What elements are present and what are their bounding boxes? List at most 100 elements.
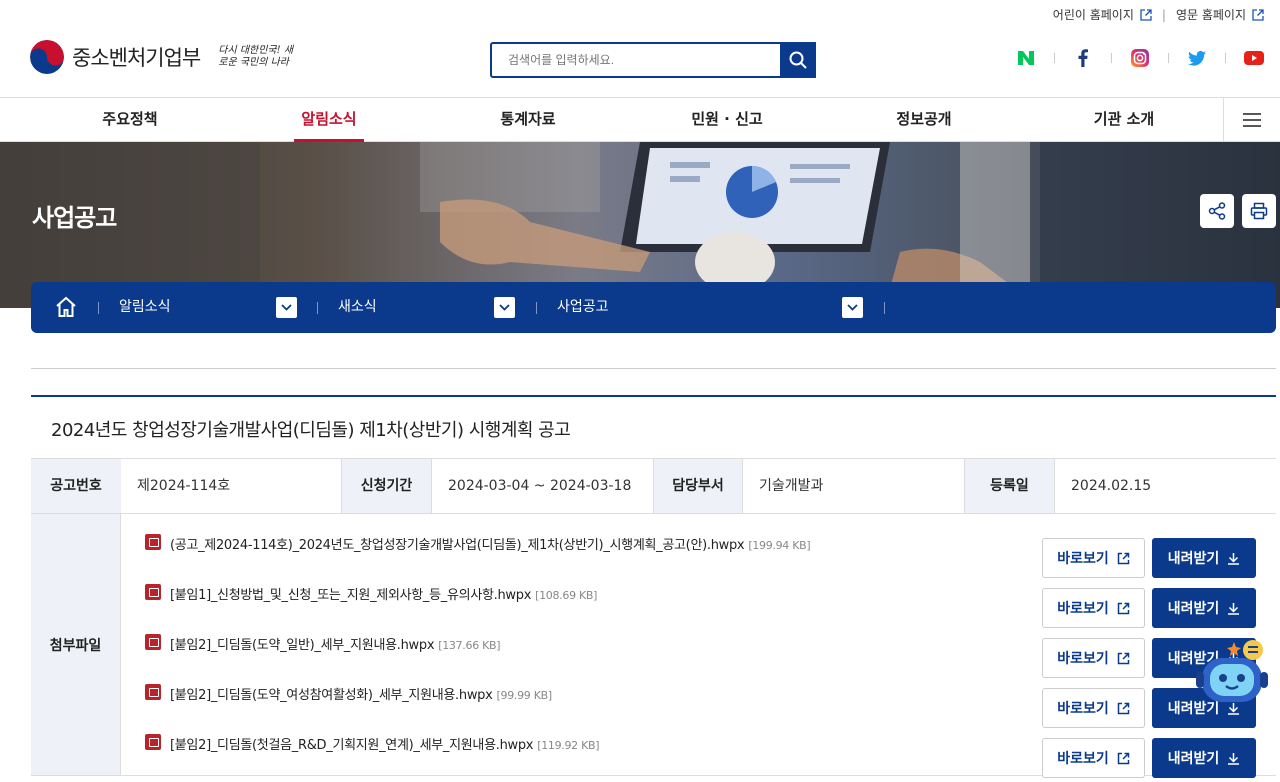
facebook-icon[interactable]: [1073, 48, 1093, 68]
filename-text: [붙임2]_디딤돌(도약_여성참여활성화)_세부_지원내용.hwpx: [170, 688, 493, 703]
twitter-icon[interactable]: [1187, 48, 1207, 68]
view-label: 바로보기: [1057, 701, 1109, 717]
all-menu-button[interactable]: [1223, 98, 1280, 141]
chatbot-button[interactable]: [1196, 636, 1268, 708]
attachment-filename[interactable]: [붙임2]_디딤돌(도약_여성참여활성화)_세부_지원내용.hwpx [99.99…: [170, 684, 552, 703]
print-button[interactable]: [1242, 194, 1276, 228]
home-icon: [56, 296, 76, 317]
naver-icon[interactable]: [1016, 48, 1036, 68]
share-button[interactable]: [1200, 194, 1234, 228]
file-size: [99.99 KB]: [496, 689, 553, 702]
hwp-file-icon: [145, 534, 161, 550]
hwp-file-icon: [145, 584, 161, 600]
attachments-label: 첨부파일: [31, 514, 121, 775]
info-value-notice-number: 제2024-114호: [137, 478, 231, 494]
info-label-application-period: 신청기간: [341, 459, 432, 513]
attachment-filename[interactable]: (공고_제2024-114호)_2024년도_창업성장기술개발사업(디딤돌)_제…: [170, 534, 811, 553]
external-link-icon: [1140, 9, 1152, 21]
view-label: 바로보기: [1057, 751, 1109, 767]
kids-home-link[interactable]: 어린이 홈페이지: [1053, 6, 1152, 23]
hwp-file-icon: [145, 734, 161, 750]
search-icon: [789, 51, 807, 69]
download-button[interactable]: 내려받기: [1152, 588, 1256, 628]
gnb-item-info-disclosure[interactable]: 정보공개: [874, 98, 974, 141]
external-link-icon: [1252, 9, 1264, 21]
download-button[interactable]: 내려받기: [1152, 738, 1256, 778]
kids-home-label: 어린이 홈페이지: [1052, 8, 1134, 22]
divider: [536, 302, 537, 314]
divider: [1225, 53, 1226, 63]
download-icon: [1228, 552, 1240, 565]
youtube-icon[interactable]: [1244, 48, 1264, 68]
site-logo[interactable]: 중소벤처기업부 다시 대한민국! 새로운 국민의 나라: [30, 40, 298, 74]
gnb-item-civil-complaint[interactable]: 민원 · 신고: [672, 98, 782, 141]
divider: [31, 395, 1276, 397]
view-button[interactable]: 바로보기: [1042, 538, 1145, 578]
view-button[interactable]: 바로보기: [1042, 588, 1145, 628]
location-level2-dropdown[interactable]: [494, 297, 515, 318]
share-icon: [1208, 202, 1226, 220]
info-label-registration-date: 등록일: [964, 459, 1055, 513]
location-level3-label: 사업공고: [557, 299, 609, 315]
attachment-filename[interactable]: [붙임1]_신청방법_및_신청_또는_지원_제외사항_등_유의사항.hwpx [1…: [170, 584, 597, 603]
external-link-icon: [1117, 702, 1130, 714]
gnb-item-about[interactable]: 기관 소개: [1074, 98, 1174, 141]
taegeuk-emblem-icon: [30, 40, 64, 74]
slogan: 다시 대한민국! 새로운 국민의 나라: [218, 45, 294, 68]
location-bar: 알림소식 새소식 사업공고: [31, 282, 1276, 333]
post-title: 2024년도 창업성장기술개발사업(디딤돌) 제1차(상반기) 시행계획 공고: [51, 420, 571, 441]
location-level1-dropdown[interactable]: [276, 297, 297, 318]
page-title: 사업공고: [32, 204, 117, 232]
gnb-item-statistics[interactable]: 통계자료: [478, 98, 578, 141]
utility-links: 어린이 홈페이지 | 영문 홈페이지: [1053, 6, 1264, 23]
info-value-department: 기술개발과: [759, 478, 824, 494]
download-label: 내려받기: [1167, 601, 1220, 617]
hwp-file-icon: [145, 684, 161, 700]
chevron-down-icon: [499, 304, 510, 311]
download-button[interactable]: 내려받기: [1152, 538, 1256, 578]
info-value-registration-date: 2024.02.15: [1071, 478, 1152, 494]
divider: [1111, 53, 1112, 63]
view-button[interactable]: 바로보기: [1042, 738, 1145, 778]
attachment-filename[interactable]: [붙임2]_디딤돌(도약_일반)_세부_지원내용.hwpx [137.66 KB]: [170, 634, 501, 653]
info-value-application-period: 2024-03-04 ~ 2024-03-18: [448, 478, 632, 494]
post-info-table: 공고번호 제2024-114호 신청기간 2024-03-04 ~ 2024-0…: [31, 458, 1276, 514]
print-icon: [1250, 202, 1268, 220]
gnb-item-news[interactable]: 알림소식: [294, 98, 364, 142]
search-button[interactable]: [780, 42, 816, 78]
attachment-row: [붙임2]_디딤돌(도약_일반)_세부_지원내용.hwpx [137.66 KB]…: [145, 628, 1276, 678]
divider: [884, 302, 885, 314]
divider: [1168, 53, 1169, 63]
download-icon: [1228, 602, 1240, 615]
info-label-notice-number: 공고번호: [31, 459, 121, 513]
location-level1-label: 알림소식: [119, 299, 171, 315]
external-link-icon: [1117, 652, 1130, 664]
chatbot-robot-icon: [1196, 640, 1268, 702]
attachment-row: [붙임2]_디딤돌(첫걸음_R&D_기획지원_연계)_세부_지원내용.hwpx[…: [145, 728, 1276, 778]
search-bar: [490, 42, 816, 78]
attachments-section: 첨부파일 (공고_제2024-114호)_2024년도_창업성장기술개발사업(디…: [31, 514, 1276, 778]
english-home-link[interactable]: 영문 홈페이지: [1176, 6, 1264, 23]
download-label: 내려받기: [1167, 551, 1220, 567]
hwp-file-icon: [145, 634, 161, 650]
home-button[interactable]: [55, 296, 77, 322]
gnb-item-policy[interactable]: 주요정책: [80, 98, 180, 141]
divider: [1054, 53, 1055, 63]
main-navigation: 주요정책 알림소식 통계자료 민원 · 신고 정보공개 기관 소개: [0, 97, 1280, 142]
filename-text: (공고_제2024-114호)_2024년도_창업성장기술개발사업(디딤돌)_제…: [170, 538, 745, 553]
external-link-icon: [1117, 552, 1130, 564]
chevron-down-icon: [281, 304, 292, 311]
attachment-filename[interactable]: [붙임2]_디딤돌(첫걸음_R&D_기획지원_연계)_세부_지원내용.hwpx[…: [170, 734, 600, 753]
location-level3-dropdown[interactable]: [842, 297, 863, 318]
instagram-icon[interactable]: [1130, 48, 1150, 68]
view-button[interactable]: 바로보기: [1042, 638, 1145, 678]
attachment-row: [붙임1]_신청방법_및_신청_또는_지원_제외사항_등_유의사항.hwpx [1…: [145, 578, 1276, 628]
view-button[interactable]: 바로보기: [1042, 688, 1145, 728]
divider: [98, 302, 99, 314]
hamburger-menu-icon: [1243, 112, 1261, 127]
search-input[interactable]: [492, 44, 780, 76]
file-size: [199.94 KB]: [748, 539, 811, 552]
download-icon: [1228, 752, 1240, 765]
download-label: 내려받기: [1167, 751, 1220, 767]
external-link-icon: [1117, 602, 1130, 614]
